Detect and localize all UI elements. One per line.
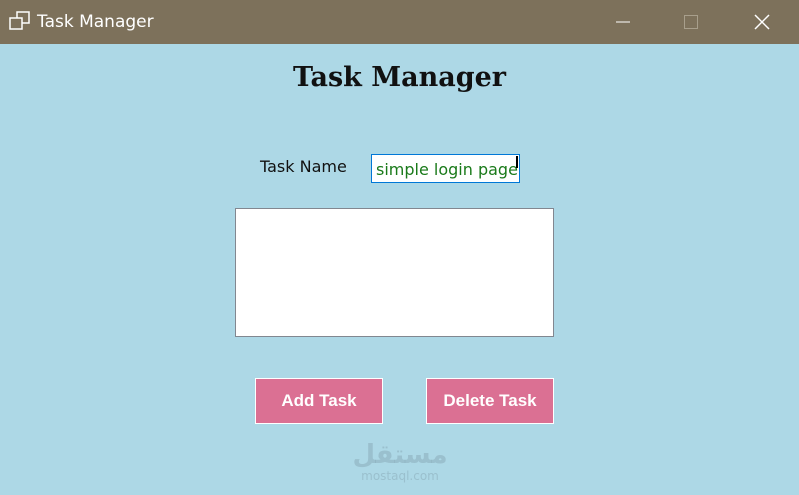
minimize-button[interactable] xyxy=(600,0,646,44)
text-caret xyxy=(516,156,518,168)
maximize-button[interactable] xyxy=(668,0,714,44)
watermark-arabic: مستقل xyxy=(352,440,448,470)
minimize-icon xyxy=(616,21,630,23)
maximize-icon xyxy=(684,15,698,29)
task-name-input[interactable]: simple login page xyxy=(371,154,520,183)
task-name-label: Task Name xyxy=(260,157,347,176)
delete-task-button[interactable]: Delete Task xyxy=(426,378,554,424)
close-button[interactable] xyxy=(739,0,785,44)
task-list[interactable] xyxy=(235,208,554,337)
watermark-logo: مستقل mostaql.com xyxy=(340,441,460,483)
page-title: Task Manager xyxy=(292,62,507,93)
window-title: Task Manager xyxy=(37,12,154,32)
watermark-latin: mostaql.com xyxy=(361,469,439,483)
title-bar[interactable]: Task Manager xyxy=(0,0,799,44)
close-icon xyxy=(754,14,770,30)
app-window: Task Manager Task Manager Task Name simp… xyxy=(0,0,799,495)
add-task-button[interactable]: Add Task xyxy=(255,378,383,424)
app-window-icon xyxy=(9,11,30,30)
